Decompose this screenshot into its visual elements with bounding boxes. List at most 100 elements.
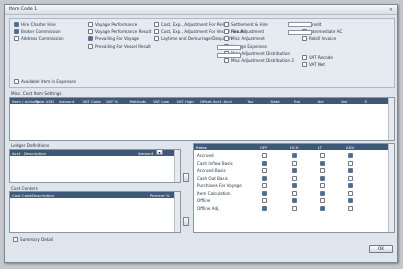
main-grid-column-header: VAT High bbox=[176, 99, 194, 104]
rates-row-checkbox[interactable] bbox=[262, 175, 267, 181]
option-checkbox[interactable] bbox=[88, 43, 93, 49]
main-grid-column-header: Act bbox=[317, 99, 324, 104]
option-checkbox[interactable] bbox=[14, 22, 19, 27]
summary-detail-label: Summary Detail bbox=[20, 237, 54, 242]
rates-row-checkbox[interactable] bbox=[348, 160, 353, 166]
option-checkbox[interactable] bbox=[224, 22, 229, 27]
rates-scrollbar[interactable] bbox=[388, 144, 394, 232]
rates-row-checkbox[interactable] bbox=[292, 168, 297, 173]
ledger-col-description: Description bbox=[24, 151, 47, 156]
voyage-expenses-input[interactable] bbox=[217, 53, 241, 58]
ledger-title: Ledger Definitions bbox=[11, 143, 50, 148]
intermediate-input[interactable] bbox=[288, 30, 312, 35]
option-label: Hire Adjustment bbox=[231, 29, 265, 35]
main-grid-column-header: VAT % bbox=[106, 99, 119, 104]
rates-row-label: Offline bbox=[197, 198, 211, 203]
option-checkbox[interactable] bbox=[224, 29, 229, 35]
main-grid-column-header: Acct bbox=[223, 99, 232, 104]
option-checkbox[interactable] bbox=[154, 22, 159, 27]
summary-detail-checkbox[interactable] bbox=[13, 237, 18, 242]
rates-row-checkbox[interactable] bbox=[262, 205, 267, 211]
rates-row-checkbox[interactable] bbox=[320, 183, 325, 188]
rates-row-checkbox[interactable] bbox=[320, 153, 325, 158]
credit-input[interactable] bbox=[288, 22, 312, 27]
rates-row-checkbox[interactable] bbox=[348, 205, 353, 211]
ledger-scrollbar[interactable] bbox=[174, 150, 180, 182]
main-grid-column-header: Amount bbox=[59, 99, 75, 104]
main-grid-column-header: Est bbox=[294, 99, 301, 104]
option-checkbox[interactable] bbox=[302, 36, 307, 42]
rates-row-checkbox[interactable] bbox=[320, 190, 325, 196]
options-panel: Hire Charter Hire Broker Commission Addres… bbox=[9, 18, 395, 88]
close-icon[interactable]: × bbox=[389, 7, 393, 13]
rates-column-header: LT bbox=[318, 145, 323, 150]
rates-row-checkbox[interactable] bbox=[348, 183, 353, 188]
rates-row-checkbox[interactable] bbox=[348, 168, 353, 173]
option-checkbox[interactable] bbox=[88, 29, 93, 35]
rates-row-checkbox[interactable] bbox=[292, 153, 297, 158]
option-checkbox[interactable] bbox=[88, 36, 93, 42]
rates-row-checkbox[interactable] bbox=[262, 198, 267, 203]
option-checkbox[interactable] bbox=[224, 58, 229, 63]
option-checkbox[interactable] bbox=[14, 36, 19, 42]
rates-row-checkbox[interactable] bbox=[348, 175, 353, 181]
ok-button[interactable]: OK bbox=[369, 245, 393, 253]
ledger-col-amount: Amount bbox=[138, 151, 154, 156]
cost-centers-col-code: Cost Code bbox=[12, 193, 32, 198]
main-grid: Item / Activity Rate USD Amount VAT Code VAT… bbox=[9, 97, 395, 141]
rates-row-label: Accrued bbox=[197, 153, 214, 158]
rates-row-checkbox[interactable] bbox=[320, 168, 325, 173]
option-checkbox[interactable] bbox=[88, 22, 93, 27]
rates-row-checkbox[interactable] bbox=[262, 153, 267, 158]
rates-row-checkbox[interactable] bbox=[292, 175, 297, 181]
option-label: Prevailing For Voyage bbox=[95, 36, 140, 42]
option-label: Misc Adjustment Distribution 2 bbox=[231, 58, 294, 63]
option-label: Cost, Exp., Adjustment For Period bbox=[161, 22, 230, 27]
rates-row-checkbox[interactable] bbox=[292, 198, 297, 203]
ledger-side-button[interactable] bbox=[183, 173, 189, 182]
rates-row-checkbox[interactable] bbox=[320, 160, 325, 166]
rates-row-checkbox[interactable] bbox=[348, 190, 353, 196]
rates-row-checkbox[interactable] bbox=[262, 160, 267, 166]
rates-row-checkbox[interactable] bbox=[348, 153, 353, 158]
rates-row-checkbox[interactable] bbox=[262, 190, 267, 196]
main-grid-column-header: S bbox=[364, 99, 367, 104]
cost-centers-scrollbar[interactable] bbox=[174, 192, 180, 232]
option-checkbox[interactable] bbox=[154, 36, 159, 42]
option-label: Laytime and Demurrage/Despatch bbox=[161, 36, 232, 42]
rates-grid-header: Rates OFF HCH LT ADV bbox=[194, 144, 390, 150]
option-label: Intermediate AC bbox=[309, 29, 343, 35]
option-checkbox[interactable] bbox=[154, 29, 159, 35]
option-checkbox[interactable] bbox=[302, 55, 307, 60]
option-checkbox[interactable] bbox=[302, 62, 307, 68]
chevron-down-icon: ▾ bbox=[158, 150, 161, 155]
rates-row-checkbox[interactable] bbox=[262, 183, 267, 188]
option-label: Settlement & Hire bbox=[231, 22, 268, 27]
misc-adjustment-input[interactable] bbox=[217, 45, 241, 50]
option-checkbox[interactable] bbox=[224, 36, 229, 42]
cost-centers-side-button[interactable] bbox=[183, 217, 189, 226]
rates-row-label: Cash Out Basis bbox=[197, 175, 228, 181]
rates-row-checkbox[interactable] bbox=[292, 190, 297, 196]
rates-column-header: Rates bbox=[196, 145, 207, 150]
cost-centers-grid: Cost Code Description Percent % bbox=[9, 191, 181, 233]
rates-row-checkbox[interactable] bbox=[292, 183, 297, 188]
available-checkbox[interactable] bbox=[14, 79, 19, 84]
ledger-dropdown-button[interactable]: ▾ bbox=[156, 149, 163, 155]
rates-column-header: OFF bbox=[260, 145, 268, 150]
main-grid-scrollbar[interactable] bbox=[388, 98, 394, 140]
rates-row-checkbox[interactable] bbox=[292, 160, 297, 166]
main-grid-column-header: VAT Low bbox=[153, 99, 170, 104]
rates-row-checkbox[interactable] bbox=[320, 175, 325, 181]
rates-row-label: Offline Adj. bbox=[197, 205, 220, 211]
option-label: VAT Recode bbox=[309, 55, 333, 60]
rates-row-checkbox[interactable] bbox=[262, 168, 267, 173]
rates-row-checkbox[interactable] bbox=[292, 205, 297, 211]
rates-row-checkbox[interactable] bbox=[320, 198, 325, 203]
rates-row-checkbox[interactable] bbox=[320, 205, 325, 211]
main-grid-title: Misc. Cost Item Settings bbox=[11, 91, 62, 96]
item-code-dialog: Item Code 1 × Hire Charter Hire Broker Co… bbox=[4, 4, 398, 263]
option-label: Prevailing For Vessel Result bbox=[95, 43, 151, 49]
rates-row-checkbox[interactable] bbox=[348, 198, 353, 203]
option-checkbox[interactable] bbox=[14, 29, 19, 35]
